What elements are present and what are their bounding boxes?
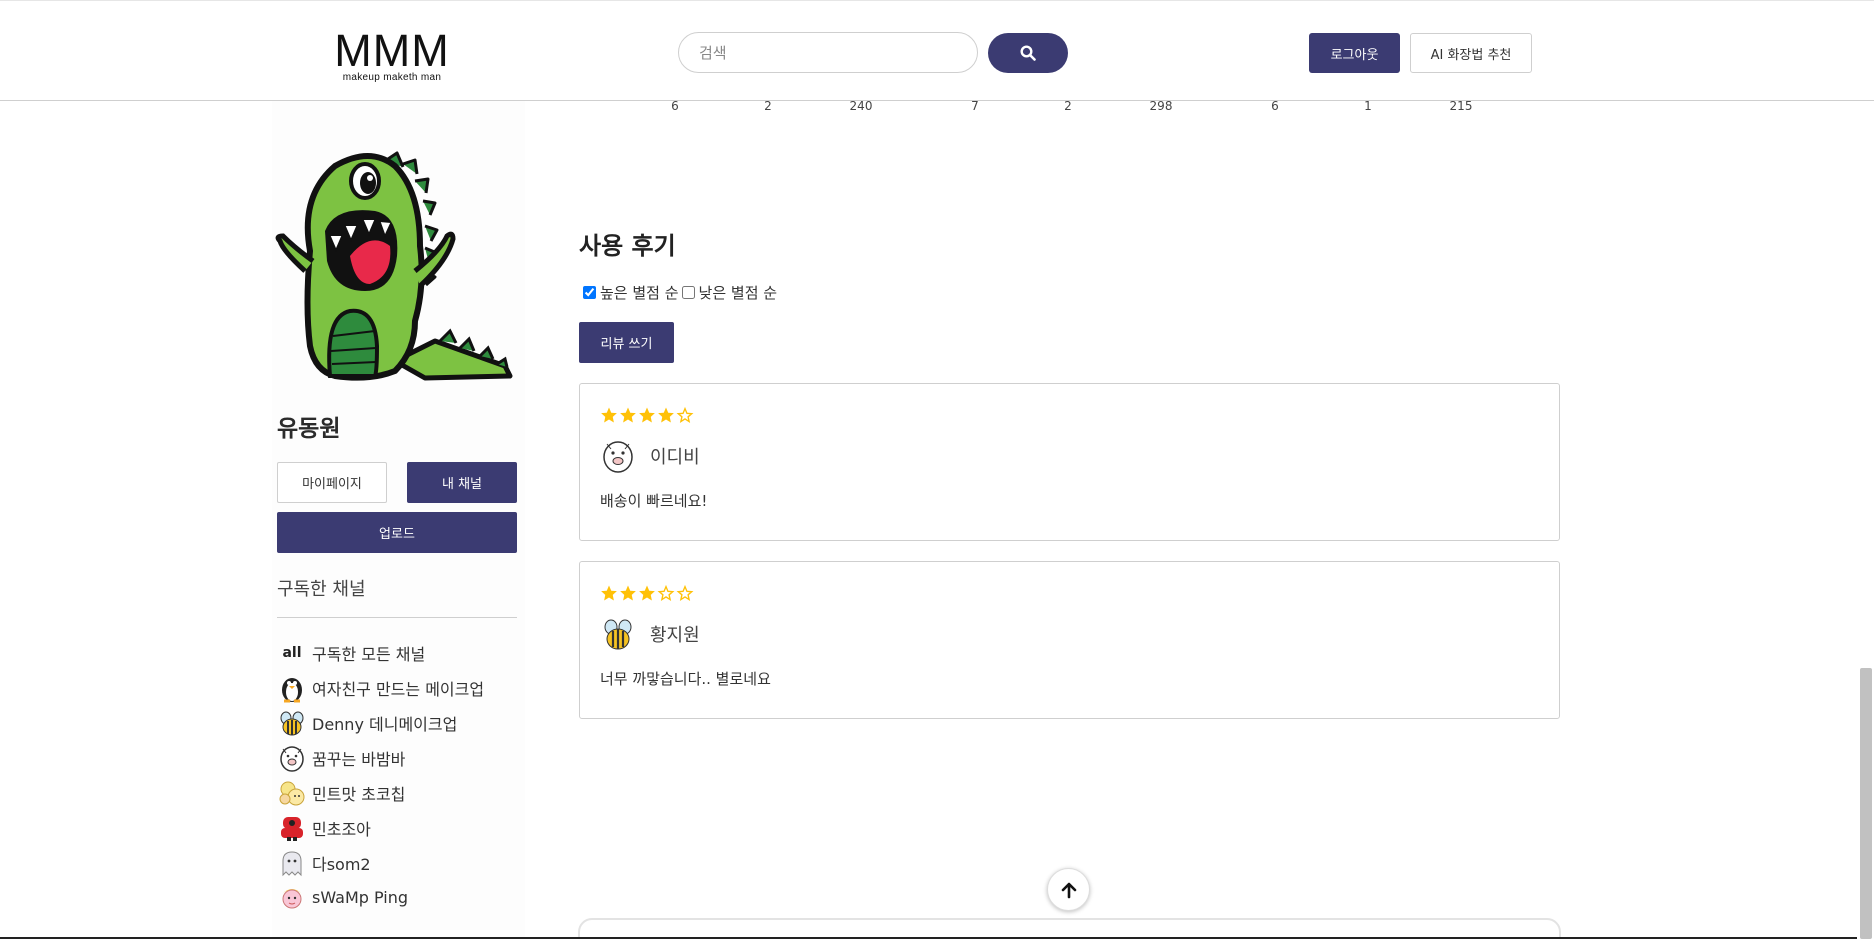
search-input[interactable] [678,32,978,73]
stat-value: 6 [1271,99,1279,113]
logo-text: MMM [334,25,450,76]
channel-item[interactable]: 민초조아 [277,810,522,845]
reviews-title: 사용 후기 [579,232,676,260]
ai-makeup-button[interactable]: AI 화장법 추천 [1410,33,1532,73]
stat-value: 2 [764,99,772,113]
ghost-avatar-icon [277,848,307,878]
star-filled-icon [601,585,617,601]
review-card: 황지원 너무 까맣습니다.. 별로네요 [579,561,1560,719]
mypage-button[interactable]: 마이페이지 [277,462,387,503]
subscribed-channel-list: all 구독한 모든 채널 여자친구 만드는 메이크업 Denny 데니메이크업 [277,635,522,915]
channel-item[interactable]: all 구독한 모든 채널 [277,635,522,670]
review-text: 배송이 빠르네요! [600,492,708,510]
sort-high-label: 높은 별점 순 [600,284,679,302]
top-header: MMM makeup maketh man 로그아웃 AI 화장법 추천 [0,0,1874,101]
characters-avatar-icon [277,778,307,808]
reviewer: 이디비 [600,436,700,476]
channel-label: 구독한 모든 채널 [312,644,426,664]
bee-avatar-icon [600,614,636,654]
logo[interactable]: MMM makeup maketh man [334,25,450,83]
page: MMM makeup maketh man 로그아웃 AI 화장법 추천 6 2… [0,0,1874,939]
channel-label: Denny 데니메이크업 [312,714,458,734]
all-channels-icon: all [282,644,302,661]
logout-button[interactable]: 로그아웃 [1309,33,1400,73]
star-filled-icon [639,407,655,423]
review-text: 너무 까맣습니다.. 별로네요 [600,670,771,688]
star-filled-icon [601,407,617,423]
star-rating [600,406,695,424]
star-filled-icon [620,585,636,601]
red-robot-avatar-icon [277,813,307,843]
stat-value: 6 [671,99,679,113]
write-review-button[interactable]: 리뷰 쓰기 [579,322,674,363]
star-filled-icon [639,585,655,601]
channel-item[interactable]: 꿈꾸는 바밤바 [277,740,522,775]
channel-item[interactable]: 민트맛 초코칩 [277,775,522,810]
star-filled-icon [620,407,636,423]
search-icon [1020,45,1036,61]
arrow-up-icon [1061,882,1076,898]
stat-value: 2 [1064,99,1072,113]
channel-item[interactable]: 다som2 [277,845,522,880]
next-section-card [578,918,1561,939]
scroll-to-top-button[interactable] [1047,868,1090,911]
upload-button[interactable]: 업로드 [277,512,517,553]
stat-value: 1 [1364,99,1372,113]
reviewer: 황지원 [600,614,700,654]
channel-label: 민트맛 초코칩 [312,784,406,804]
user-name: 유동원 [277,416,341,442]
stat-value: 240 [849,99,873,113]
sort-options: 높은 별점 순 낮은 별점 순 [583,282,777,303]
channel-label: 다som2 [312,854,371,874]
sort-low-label: 낮은 별점 순 [698,284,778,302]
star-filled-icon [658,407,674,423]
logo-tagline: makeup maketh man [342,72,442,83]
scrollbar-thumb[interactable] [1860,668,1872,939]
bee-avatar-icon [277,708,307,738]
stat-value: 7 [971,99,979,113]
star-empty-icon [657,584,675,601]
stat-value: 215 [1449,99,1473,113]
star-rating [600,584,695,602]
star-empty-icon [676,584,694,601]
review-card: 이디비 배송이 빠르네요! [579,383,1560,541]
reviewer-name: 이디비 [650,447,700,468]
sort-low-checkbox[interactable] [681,286,695,299]
channel-item[interactable]: Denny 데니메이크업 [277,705,522,740]
sort-high-checkbox[interactable] [583,286,596,299]
channel-label: sWaMp Ping [312,888,409,907]
star-empty-icon [676,406,694,423]
my-channel-button[interactable]: 내 채널 [407,462,517,503]
channel-label: 여자친구 만드는 메이크업 [312,679,485,699]
pig-avatar-icon [277,743,307,773]
stat-value: 298 [1149,99,1173,113]
subscribed-channels-title: 구독한 채널 [277,579,366,600]
penguin-avatar-icon [277,673,307,703]
channel-item[interactable]: sWaMp Ping [277,880,522,915]
search-button[interactable] [988,33,1068,73]
pig-avatar-icon [600,436,636,476]
channel-label: 민초조아 [312,819,371,839]
sidebar: 유동원 마이페이지 내 채널 업로드 구독한 채널 all 구독한 모든 채널 … [272,101,525,939]
dinosaur-avatar-icon [275,151,513,381]
channel-label: 꿈꾸는 바밤바 [312,749,406,769]
channel-item[interactable]: 여자친구 만드는 메이크업 [277,670,522,705]
reviewer-name: 황지원 [650,625,700,646]
pink-character-avatar-icon [277,883,307,913]
divider [277,617,517,618]
